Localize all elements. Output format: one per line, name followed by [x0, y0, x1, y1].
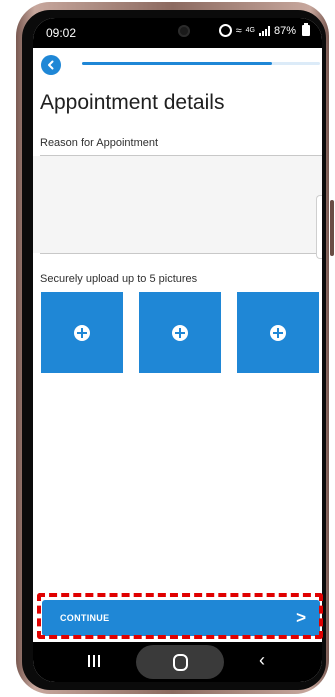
reason-label: Reason for Appointment — [40, 137, 159, 149]
recent-apps-button[interactable] — [88, 655, 100, 667]
front-camera — [178, 25, 190, 37]
status-bar: 09:02 ≈ 4G 87% — [33, 18, 322, 48]
signal-icon — [258, 25, 270, 36]
back-button[interactable] — [41, 55, 61, 75]
reason-input[interactable] — [33, 156, 322, 253]
home-button[interactable] — [173, 654, 188, 671]
battery-percent: 87% — [273, 24, 296, 37]
screen: 09:02 ≈ 4G 87% Appointment details Reaso… — [33, 18, 322, 682]
side-button — [330, 200, 334, 256]
add-icon — [74, 324, 90, 341]
add-icon — [172, 324, 188, 341]
upload-photo-button[interactable] — [237, 292, 319, 373]
upload-photo-button[interactable] — [139, 292, 221, 373]
progress-fill — [82, 62, 273, 65]
upload-tiles — [41, 292, 322, 373]
alarm-icon — [218, 24, 232, 37]
scrollbar[interactable] — [316, 195, 322, 259]
network-icon: 4G — [245, 27, 255, 34]
navigation-bar: ‹ — [33, 642, 322, 682]
page-title: Appointment details — [40, 91, 225, 114]
wifi-icon: ≈ — [235, 24, 242, 37]
add-icon — [270, 324, 286, 341]
upload-photo-button[interactable] — [41, 292, 123, 373]
upload-label: Securely upload up to 5 pictures — [40, 273, 198, 285]
status-time: 09:02 — [46, 26, 77, 40]
status-icons: ≈ 4G 87% — [218, 23, 310, 37]
chevron-left-icon — [48, 60, 54, 70]
continue-highlight — [37, 593, 323, 639]
progress-bar — [82, 62, 320, 65]
divider — [40, 253, 322, 254]
battery-icon — [302, 23, 310, 36]
back-nav-button[interactable]: ‹ — [259, 650, 265, 671]
